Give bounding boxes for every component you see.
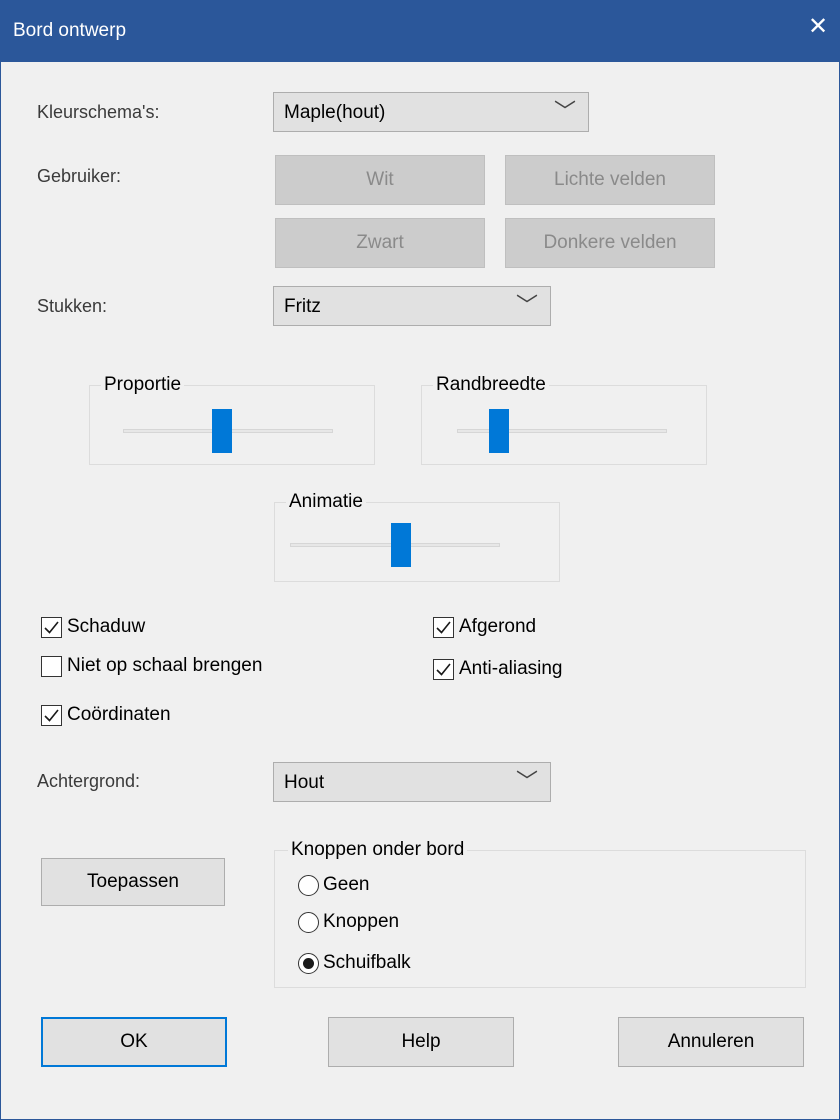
radio-none-label: Geen [323, 874, 370, 895]
chevron-down-icon: ﹀ [515, 769, 538, 794]
radio-circle[interactable] [298, 874, 319, 896]
chevron-down-icon: ﹀ [553, 99, 576, 124]
checkbox-box[interactable] [41, 704, 62, 726]
cancel-button[interactable]: Annuleren [618, 1017, 804, 1067]
coordinates-label: Coördinaten [67, 704, 171, 725]
radio-circle[interactable] [298, 952, 319, 974]
ok-button[interactable]: OK [41, 1017, 227, 1067]
pieces-dropdown[interactable]: Fritz ﹀ [273, 286, 551, 326]
proportion-slider-thumb[interactable] [212, 409, 233, 453]
radio-buttons[interactable]: Knoppen [298, 911, 399, 933]
animation-group [274, 502, 560, 582]
checkbox-box[interactable] [41, 616, 62, 638]
chevron-down-icon: ﹀ [515, 293, 538, 318]
proportion-title: Proportie [101, 374, 185, 396]
dark-fields-button[interactable]: Donkere velden [505, 218, 715, 268]
help-button[interactable]: Help [328, 1017, 514, 1067]
antialiasing-checkbox[interactable]: Anti-aliasing [433, 658, 563, 680]
checkbox-box[interactable] [433, 616, 454, 638]
radio-scrollbar-label: Schuifbalk [323, 952, 411, 973]
checkbox-box[interactable] [41, 655, 62, 677]
background-label: Achtergrond: [37, 771, 141, 791]
animation-slider-thumb[interactable] [390, 523, 411, 567]
colorscheme-value: Maple(hout) [284, 102, 386, 123]
white-button[interactable]: Wit [275, 155, 485, 205]
user-label: Gebruiker: [37, 166, 122, 186]
black-button[interactable]: Zwart [275, 218, 485, 268]
antialiasing-label: Anti-aliasing [459, 658, 563, 679]
pieces-label: Stukken: [37, 296, 108, 316]
buttons-under-board-title: Knoppen onder bord [288, 839, 468, 861]
light-fields-button[interactable]: Lichte velden [505, 155, 715, 205]
rounded-label: Afgerond [459, 616, 537, 637]
close-icon[interactable]: ✕ [803, 12, 833, 42]
colorscheme-label: Kleurschema's: [37, 102, 160, 122]
background-dropdown[interactable]: Hout ﹀ [273, 762, 551, 802]
border-width-slider-thumb[interactable] [489, 409, 510, 453]
checkbox-box[interactable] [433, 658, 454, 680]
coordinates-checkbox[interactable]: Coördinaten [41, 704, 171, 726]
window-title: Bord ontwerp [13, 20, 127, 41]
shadow-checkbox[interactable]: Schaduw [41, 616, 145, 638]
colorscheme-dropdown[interactable]: Maple(hout) ﹀ [273, 92, 589, 132]
no-scaling-label: Niet op schaal brengen [67, 655, 263, 676]
animation-title: Animatie [286, 491, 366, 513]
radio-scrollbar[interactable]: Schuifbalk [298, 952, 411, 974]
board-design-dialog: Bord ontwerp ✕ Kleurschema's: Maple(hout… [0, 0, 840, 1120]
rounded-checkbox[interactable]: Afgerond [433, 616, 536, 638]
apply-button[interactable]: Toepassen [41, 858, 225, 906]
pieces-value: Fritz [284, 296, 321, 317]
radio-selected-dot [303, 957, 314, 969]
border-width-title: Randbreedte [433, 374, 549, 396]
no-scaling-checkbox[interactable]: Niet op schaal brengen [41, 655, 262, 677]
background-value: Hout [284, 772, 325, 793]
radio-circle[interactable] [298, 911, 319, 933]
radio-buttons-label: Knoppen [323, 911, 400, 932]
radio-none[interactable]: Geen [298, 874, 369, 896]
title-bar[interactable]: Bord ontwerp ✕ [1, 0, 839, 62]
border-width-group [421, 385, 707, 465]
shadow-label: Schaduw [67, 616, 146, 637]
